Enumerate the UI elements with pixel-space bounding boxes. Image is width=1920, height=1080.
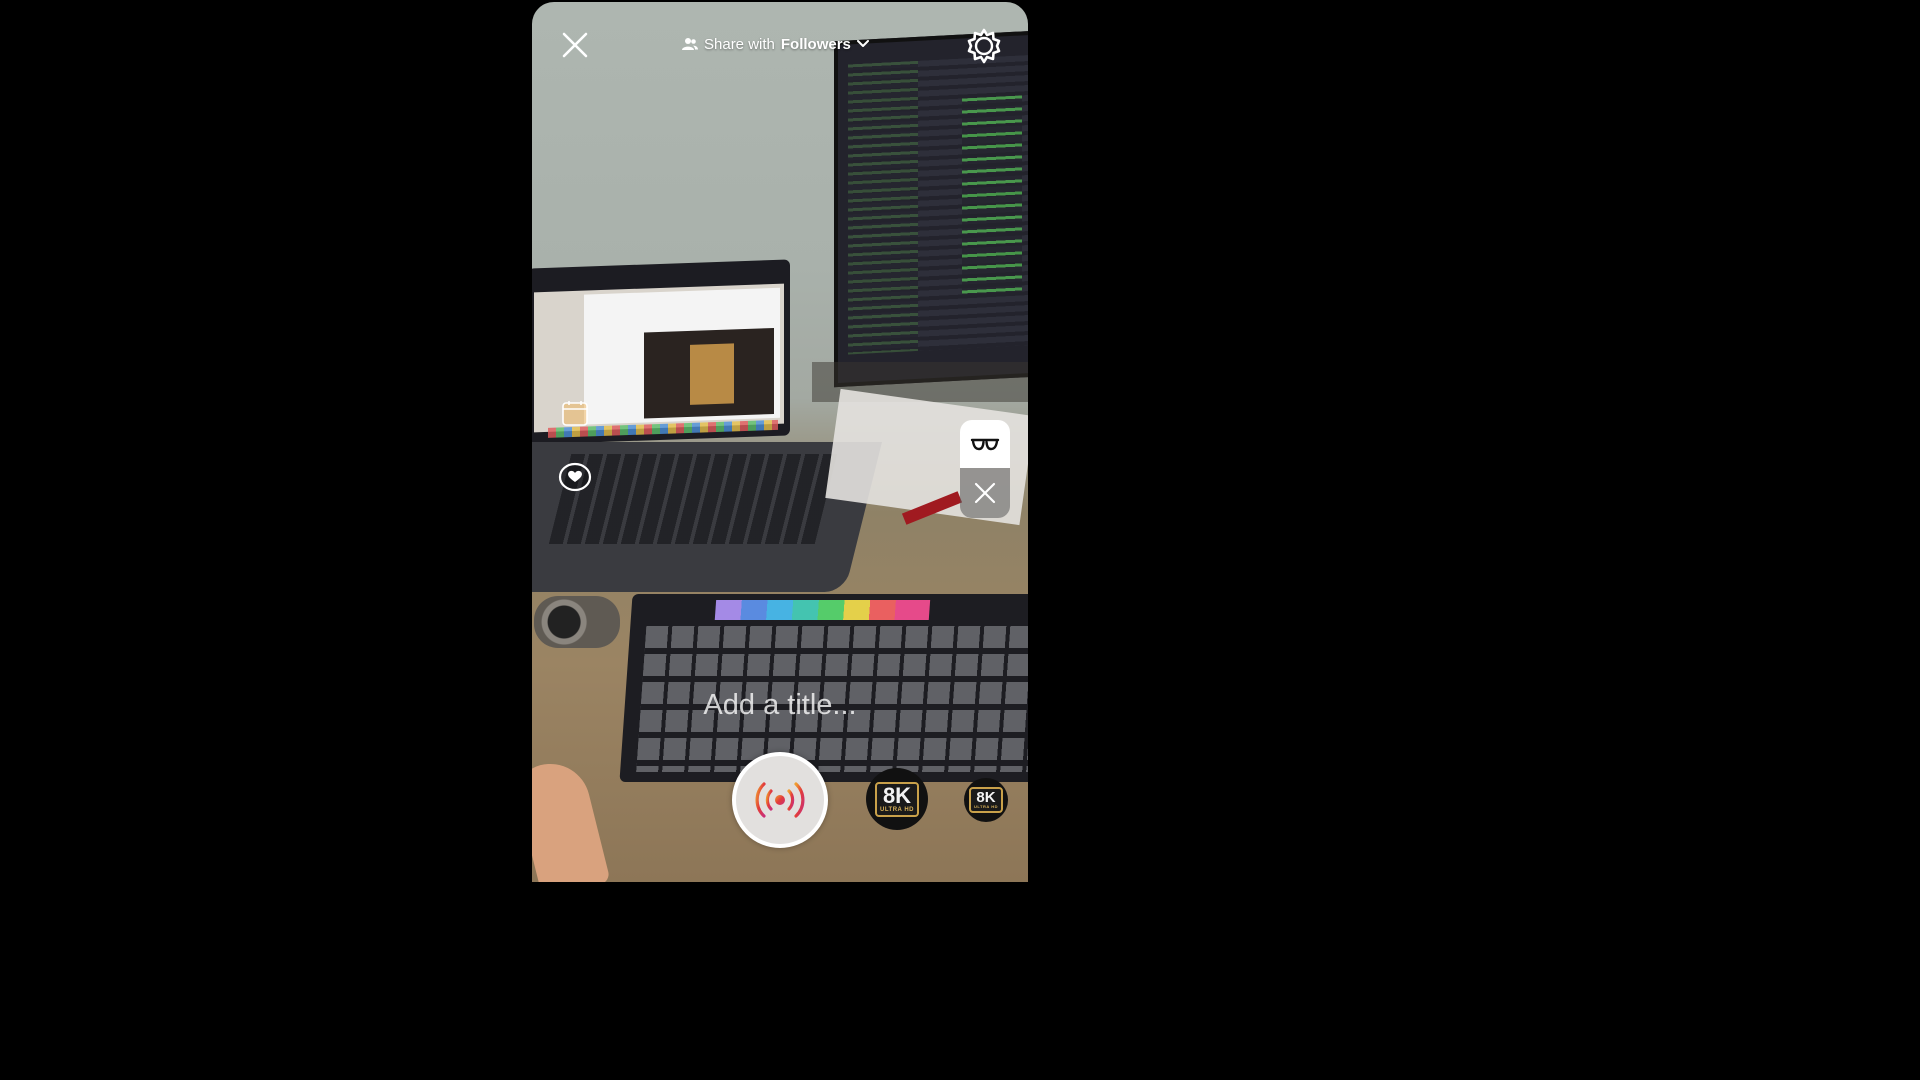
quality-8k-secondary-button[interactable]: 8K ULTRA HD: [964, 778, 1008, 822]
share-audience-selector[interactable]: Share with Followers: [682, 32, 869, 56]
quality-label: 8K: [976, 789, 996, 806]
heart-icon: [558, 462, 592, 492]
glasses-effect-button[interactable]: [960, 420, 1010, 468]
quality-8k-badge: 8K ULTRA HD: [969, 787, 1003, 813]
effect-close-button[interactable]: [960, 468, 1010, 518]
background-monitor: [834, 30, 1028, 388]
glasses-icon: [970, 438, 1000, 451]
heart-button[interactable]: [557, 458, 593, 494]
camera-viewfinder: Share with Followers Add a title... 8K U…: [532, 2, 1028, 882]
share-audience-label: Followers: [780, 35, 851, 53]
quality-8k-button[interactable]: 8K ULTRA HD: [866, 768, 928, 830]
calendar-icon: [562, 401, 588, 426]
calendar-sticker[interactable]: [560, 398, 590, 428]
gear-icon: [967, 28, 1001, 64]
quality-sublabel: ULTRA HD: [880, 806, 914, 813]
live-broadcast-icon: [755, 782, 805, 818]
close-icon: [974, 482, 996, 504]
title-input[interactable]: [632, 684, 928, 726]
share-prefix-label: Share with: [704, 35, 775, 53]
close-icon: [562, 32, 588, 58]
people-icon: [682, 38, 698, 50]
quality-label: 8K: [882, 782, 912, 808]
quality-8k-badge: 8K ULTRA HD: [875, 781, 919, 817]
close-button[interactable]: [560, 30, 590, 60]
background-watch: [534, 596, 620, 648]
settings-button[interactable]: [966, 28, 1002, 64]
go-live-button[interactable]: [732, 752, 828, 848]
background-hand: [532, 755, 611, 882]
chevron-down-icon: [856, 40, 869, 47]
quality-sublabel: ULTRA HD: [974, 804, 998, 809]
